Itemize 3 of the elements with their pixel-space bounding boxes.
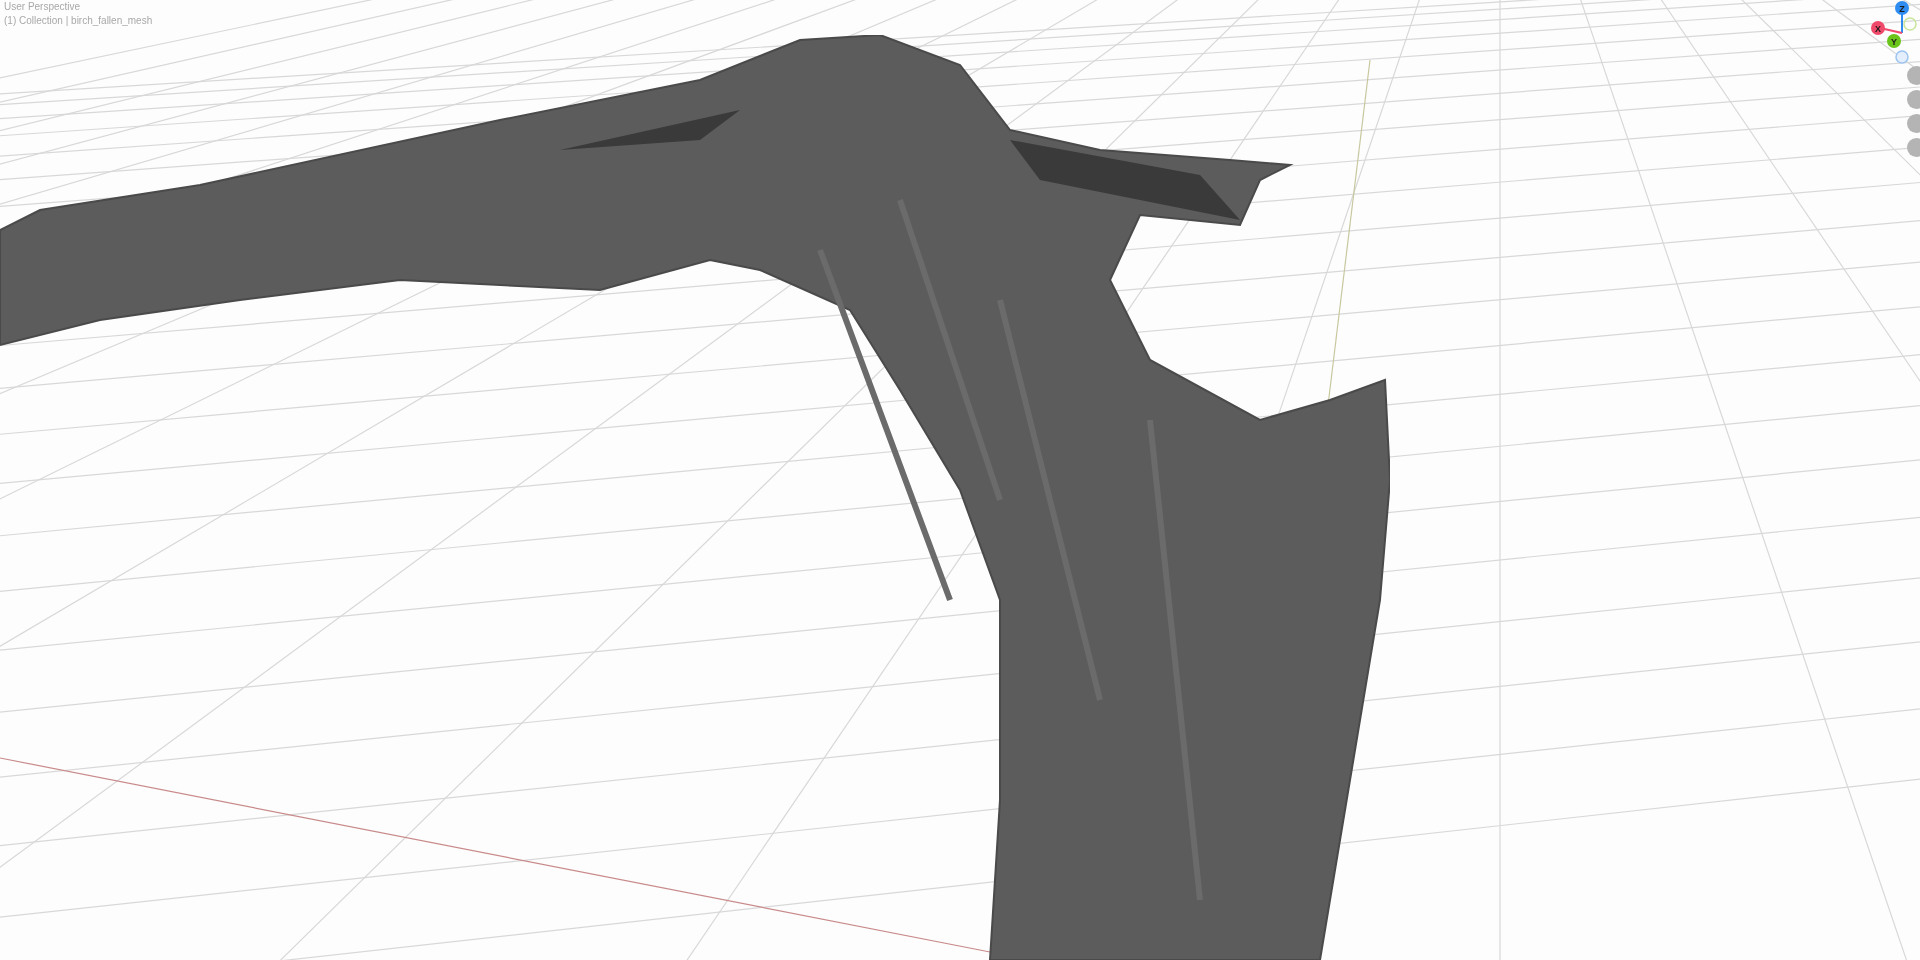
axis-gizmo[interactable]: Z X Y [1860, 0, 1920, 66]
object-info: (1) Collection | birch_fallen_mesh [4, 14, 153, 28]
view-name: User Perspective [4, 0, 82, 14]
